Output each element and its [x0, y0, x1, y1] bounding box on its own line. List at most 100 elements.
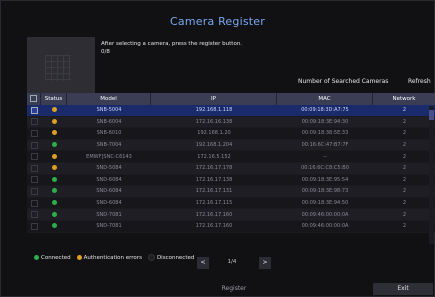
row-model: SND-7081: [96, 211, 122, 218]
row-model: SNB-5004: [96, 107, 122, 114]
row-network: 2: [402, 107, 407, 114]
row-status: [41, 223, 67, 229]
row-checkbox[interactable]: [27, 211, 41, 219]
row-ip: 172.16.5.152: [197, 153, 231, 160]
row-model: SND-7081: [96, 223, 122, 230]
row-network: 2: [402, 176, 407, 183]
scrollbar-thumb[interactable]: [429, 110, 434, 120]
camera-table: Status Model IP MAC Network SNB-5004 192.…: [27, 93, 435, 245]
table-row[interactable]: SND-7081 172.16.17.160 00:09:46:00:00:0A 2: [27, 209, 435, 221]
row-status: [41, 176, 67, 183]
row-network: 2: [402, 118, 407, 125]
row-status: [41, 107, 67, 113]
row-status: [41, 165, 67, 171]
row-ip: 172.16.17.160: [195, 211, 233, 218]
row-status: [41, 200, 67, 206]
row-checkbox[interactable]: [27, 199, 41, 207]
register-button[interactable]: Register: [189, 283, 279, 295]
table-row[interactable]: SND-6084 172.16.17.115 00:09:18:3E:94:50 2: [27, 197, 435, 210]
row-ip: 172.16.17.138: [195, 176, 233, 183]
table-row[interactable]: EMWF]SNC-C6143 172.16.5.152 -- 2: [27, 151, 435, 163]
row-checkbox[interactable]: [27, 222, 41, 230]
legend-connected-label: Connected: [41, 254, 71, 261]
column-header-network[interactable]: Network: [373, 93, 435, 105]
row-mac: --: [323, 153, 327, 160]
row-mac: 00:09:46:00:00:0A: [301, 223, 349, 230]
row-checkbox[interactable]: [27, 129, 41, 137]
row-model: SND-5084: [96, 165, 122, 172]
column-header-ip[interactable]: IP: [151, 93, 277, 105]
table-row[interactable]: SND-6084 172.16.17.131 00:09:18:3E:98:73 2: [27, 186, 435, 198]
table-row[interactable]: SND-6084 172.16.17.138 00:09:18:3E:95:54 2: [27, 174, 435, 187]
row-ip: 192.168.1.20: [197, 130, 231, 137]
select-all-checkbox[interactable]: [27, 93, 41, 105]
row-ip: 172.16.16.138: [195, 118, 233, 125]
row-checkbox[interactable]: [27, 106, 41, 114]
table-row[interactable]: SND-7081 172.16.17.160 00:09:46:00:00:0A 2: [27, 220, 435, 233]
camera-preview: [27, 37, 95, 97]
row-checkbox[interactable]: [27, 176, 41, 184]
row-model: SND-6084: [96, 176, 122, 183]
table-row[interactable]: SNB-6004 172.16.16.138 00:09:18:3E:94:30 2: [27, 116, 435, 129]
status-dot-icon: [51, 130, 57, 136]
row-model: SND-6084: [96, 188, 122, 195]
dialog-title: Camera Register: [170, 15, 265, 28]
table-row[interactable]: SND-5084 172.16.17.178 00:16:6C:C8:C5:B0 2: [27, 162, 435, 175]
row-network: 2: [402, 200, 407, 207]
row-checkbox[interactable]: [27, 141, 41, 149]
row-status: [41, 211, 67, 218]
row-network: 2: [402, 153, 407, 160]
disconnected-status-icon: [147, 254, 155, 261]
status-legend: Connected Authentication errors Disconne…: [34, 254, 200, 261]
table-scrollbar[interactable]: [429, 106, 434, 244]
row-network: 2: [402, 211, 407, 218]
row-status: [41, 153, 67, 160]
status-dot-icon: [51, 107, 57, 113]
row-network: 2: [402, 130, 407, 137]
row-model: SNB-6004: [96, 118, 122, 125]
row-mac: 00:09:18:38:5E:33: [301, 130, 349, 137]
row-checkbox[interactable]: [27, 118, 41, 126]
row-ip: 172.16.17.115: [195, 200, 233, 207]
refresh-button[interactable]: Refresh: [408, 78, 431, 85]
row-mac: 00:09:18:3E:94:30: [301, 118, 349, 125]
searched-cameras-label: Number of Searched Cameras: [298, 78, 389, 85]
row-status: [41, 118, 67, 125]
selected-count: 0/8: [101, 49, 110, 55]
row-checkbox[interactable]: [27, 153, 41, 161]
column-header-model[interactable]: Model: [67, 93, 151, 105]
status-dot-icon: [51, 165, 57, 171]
legend-auth-errors-label: Authentication errors: [83, 254, 142, 261]
row-model: SNB-6010: [96, 130, 122, 137]
row-ip: 192.168.1.118: [195, 107, 233, 114]
table-row[interactable]: SNB-6010 192.168.1.20 00:09:18:38:5E:33 2: [27, 128, 435, 140]
status-dot-icon: [51, 153, 57, 159]
prev-page-button[interactable]: <: [197, 257, 209, 269]
preview-grid-icon: [45, 55, 71, 81]
exit-button[interactable]: Exit: [373, 283, 433, 295]
table-body: SNB-5004 192.168.1.118 00:09:18:3D:A7:75 2 S…: [27, 105, 435, 233]
camera-register-dialog: Camera Register After selecting a camera…: [0, 0, 435, 297]
table-header: Status Model IP MAC Network: [27, 93, 435, 105]
status-dot-icon: [51, 142, 57, 148]
row-network: 2: [402, 142, 407, 149]
table-row[interactable]: SNB-7004 192.168.1.204 00:16:6C:47:B7:7F 2: [27, 139, 435, 152]
row-checkbox[interactable]: [27, 164, 41, 172]
status-dot-icon: [51, 223, 57, 229]
next-page-button[interactable]: >: [259, 257, 271, 269]
status-dot-icon: [51, 200, 57, 206]
column-header-mac[interactable]: MAC: [277, 93, 373, 105]
row-status: [41, 142, 67, 148]
auth-error-status-icon: [76, 255, 82, 260]
row-checkbox[interactable]: [27, 187, 41, 195]
row-ip: 172.16.17.160: [195, 223, 233, 230]
column-header-status[interactable]: Status: [41, 93, 67, 105]
table-row[interactable]: SNB-5004 192.168.1.118 00:09:18:3D:A7:75 2: [27, 105, 435, 117]
page-indicator: 1/4: [227, 259, 237, 265]
row-status: [41, 130, 67, 136]
row-network: 2: [402, 165, 407, 172]
row-network: 2: [402, 188, 407, 195]
row-ip: 192.168.1.204: [195, 142, 233, 149]
status-dot-icon: [51, 176, 57, 182]
row-model: EMWF]SNC-C6143: [86, 153, 132, 160]
